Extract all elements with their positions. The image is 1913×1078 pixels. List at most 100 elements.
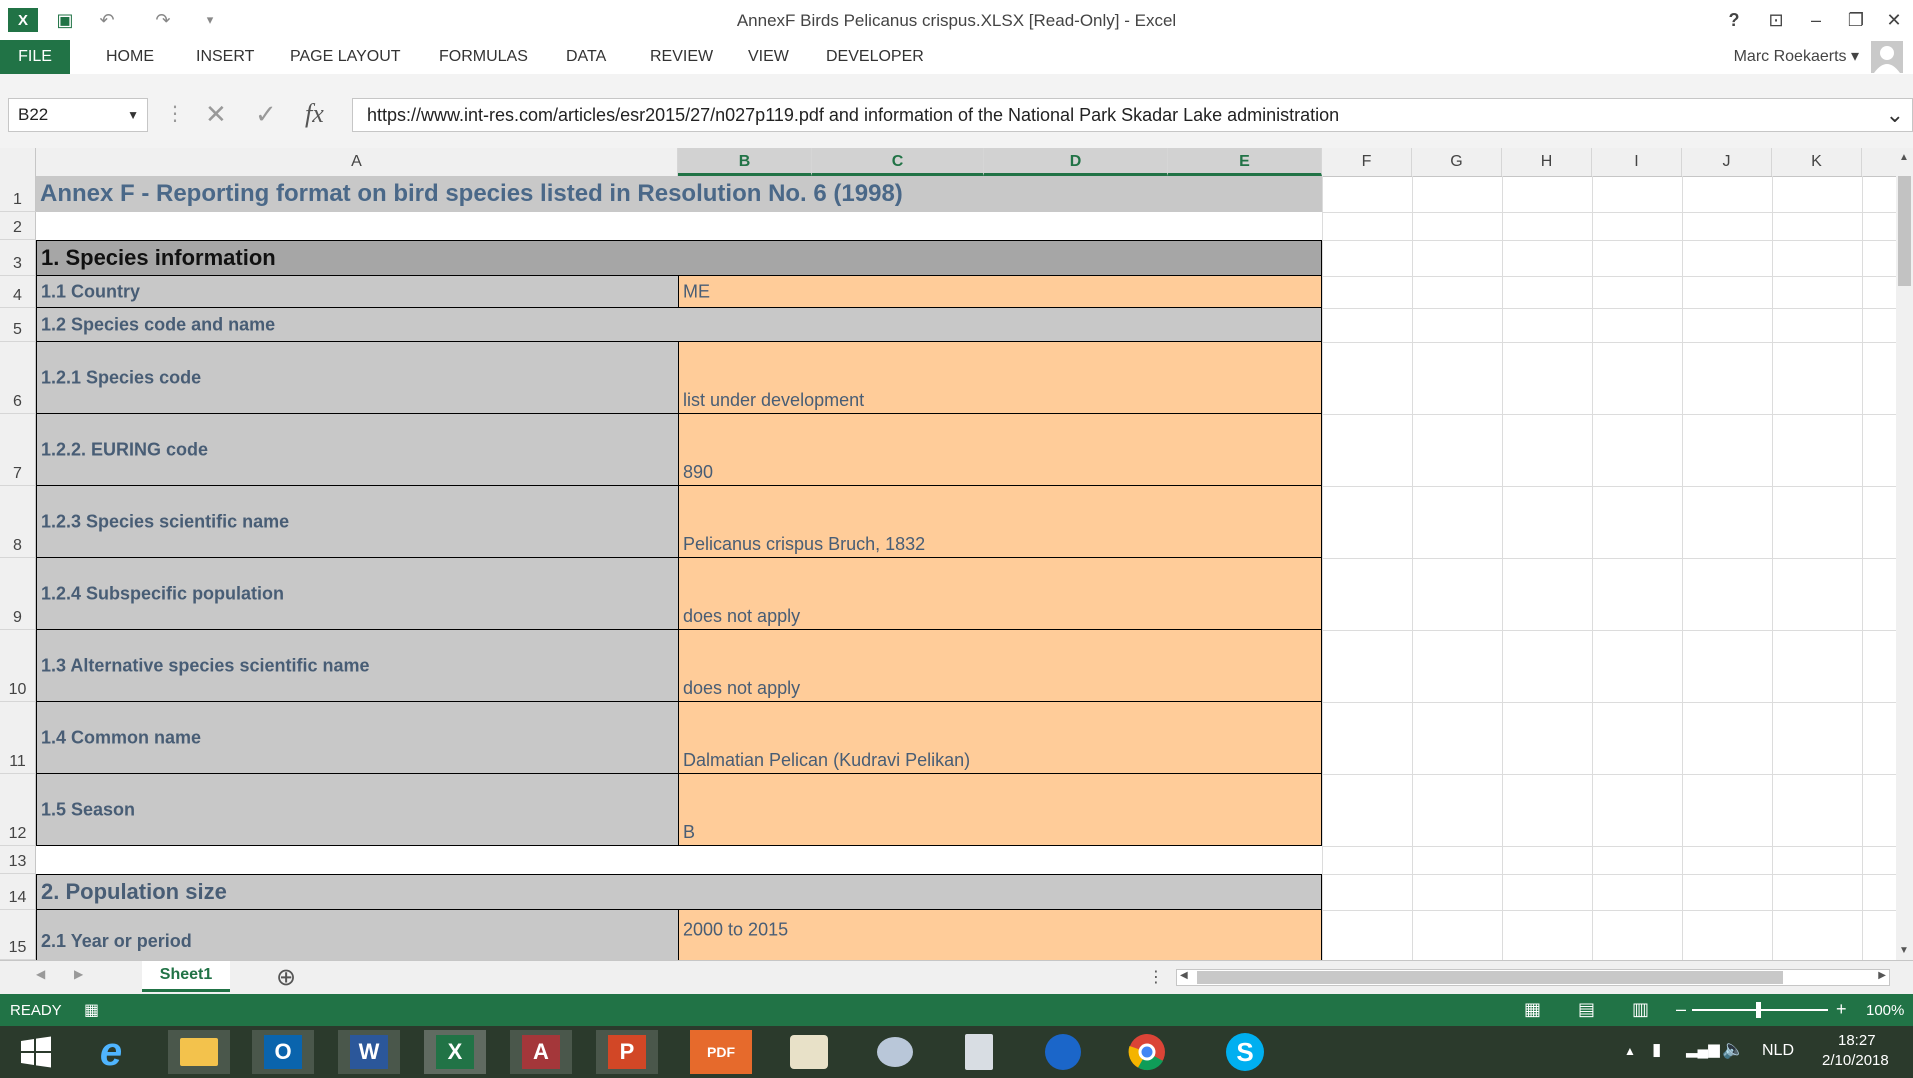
access-icon[interactable]: A (510, 1030, 572, 1074)
skype-icon[interactable]: S (1214, 1030, 1276, 1074)
ribbon-display-options-button[interactable]: ⊡ (1758, 6, 1794, 34)
value-alternative-scientific-name[interactable]: does not apply (678, 630, 1322, 702)
scroll-left-icon[interactable]: ◀ (1180, 970, 1188, 981)
horizontal-scroll-thumb[interactable] (1197, 971, 1783, 984)
tab-home[interactable]: HOME (100, 40, 160, 74)
label-country[interactable]: 1.1 Country (36, 276, 678, 308)
excel-icon[interactable]: X (424, 1030, 486, 1074)
value-species-code[interactable]: list under development (678, 342, 1322, 414)
value-species-scientific-name[interactable]: Pelicanus crispus Bruch, 1832 (678, 486, 1322, 558)
column-header-b[interactable]: B (678, 148, 812, 176)
label-species-code-and-name[interactable]: 1.2 Species code and name (36, 308, 1322, 342)
column-header-d[interactable]: D (984, 148, 1168, 176)
tab-page-layout[interactable]: PAGE LAYOUT (284, 40, 407, 74)
row-header-10[interactable]: 10 (0, 630, 36, 702)
row-header-7[interactable]: 7 (0, 414, 36, 486)
label-common-name[interactable]: 1.4 Common name (36, 702, 678, 774)
label-subspecific-population[interactable]: 1.2.4 Subspecific population (36, 558, 678, 630)
row-header-15[interactable]: 15 (0, 910, 36, 960)
file-explorer-icon[interactable] (168, 1030, 230, 1074)
zoom-slider-handle[interactable] (1756, 1002, 1761, 1018)
empty-cell[interactable] (36, 846, 1322, 874)
section-header-population-size[interactable]: 2. Population size (36, 874, 1322, 910)
value-euring-code[interactable]: 890 (678, 414, 1322, 486)
label-species-code[interactable]: 1.2.1 Species code (36, 342, 678, 414)
powerpoint-icon[interactable]: P (596, 1030, 658, 1074)
network-icon[interactable]: ▂▄▆ (1686, 1040, 1720, 1058)
label-season[interactable]: 1.5 Season (36, 774, 678, 846)
tab-view[interactable]: VIEW (742, 40, 795, 74)
photo-viewer-icon[interactable] (778, 1030, 840, 1074)
column-header-g[interactable]: G (1412, 148, 1502, 176)
browser-icon[interactable] (1032, 1030, 1094, 1074)
volume-icon[interactable]: 🔈 (1722, 1039, 1744, 1060)
row-header-11[interactable]: 11 (0, 702, 36, 774)
value-country[interactable]: ME (678, 276, 1322, 308)
tab-review[interactable]: REVIEW (644, 40, 719, 74)
enter-icon[interactable]: ✓ (255, 96, 277, 132)
row-header-5[interactable]: 5 (0, 308, 36, 342)
help-button[interactable]: ? (1716, 6, 1752, 34)
column-header-c[interactable]: C (812, 148, 984, 176)
zoom-in-button[interactable]: + (1836, 999, 1847, 1020)
label-euring-code[interactable]: 1.2.2. EURING code (36, 414, 678, 486)
restore-button[interactable]: ❐ (1838, 6, 1874, 34)
column-header-a[interactable]: A (36, 148, 678, 176)
add-sheet-icon[interactable]: ⊕ (276, 963, 296, 992)
macro-recording-icon[interactable]: ▦ (84, 1000, 99, 1020)
row-header-9[interactable]: 9 (0, 558, 36, 630)
column-header-h[interactable]: H (1502, 148, 1592, 176)
tab-formulas[interactable]: FORMULAS (433, 40, 534, 74)
minimize-button[interactable]: – (1798, 6, 1834, 34)
zoom-slider[interactable] (1692, 1002, 1828, 1018)
row-header-1[interactable]: 1 (0, 176, 36, 212)
scroll-down-icon[interactable]: ▼ (1899, 945, 1909, 956)
insert-function-icon[interactable]: fx (305, 96, 324, 132)
expand-formula-bar-icon[interactable]: ⌄ (1886, 99, 1904, 131)
row-header-3[interactable]: 3 (0, 240, 36, 276)
value-year-or-period[interactable]: 2000 to 2015 (678, 910, 1322, 960)
windows-start-icon[interactable] (6, 1030, 66, 1074)
sheet-title-cell[interactable]: Annex F - Reporting format on bird speci… (36, 176, 1322, 212)
section-header-species-information[interactable]: 1. Species information (36, 240, 1322, 276)
row-header-12[interactable]: 12 (0, 774, 36, 846)
page-break-view-icon[interactable]: ▥ (1632, 999, 1649, 1020)
cancel-icon[interactable]: ✕ (205, 96, 227, 132)
sheet-prev-icon[interactable]: ◀ (36, 967, 45, 981)
label-alternative-scientific-name[interactable]: 1.3 Alternative species scientific name (36, 630, 678, 702)
column-header-f[interactable]: F (1322, 148, 1412, 176)
zoom-out-button[interactable]: – (1676, 999, 1686, 1020)
paint-icon[interactable] (864, 1030, 926, 1074)
calculator-icon[interactable] (948, 1030, 1010, 1074)
more-options-icon[interactable]: ⋮ (1148, 967, 1164, 987)
name-box[interactable]: B22 ▼ (8, 98, 148, 132)
language-indicator[interactable]: NLD (1762, 1042, 1794, 1060)
column-header-e[interactable]: E (1168, 148, 1322, 176)
chrome-icon[interactable] (1116, 1030, 1178, 1074)
word-icon[interactable]: W (338, 1030, 400, 1074)
column-header-j[interactable]: J (1682, 148, 1772, 176)
sheet-tab-sheet1[interactable]: Sheet1 (142, 961, 230, 992)
row-header-6[interactable]: 6 (0, 342, 36, 414)
user-account[interactable]: Marc Roekaerts ▾ (1734, 40, 1859, 74)
avatar[interactable] (1871, 41, 1903, 73)
value-common-name[interactable]: Dalmatian Pelican (Kudravi Pelikan) (678, 702, 1322, 774)
show-hidden-icons-icon[interactable]: ▲ (1624, 1044, 1636, 1058)
normal-view-icon[interactable]: ▦ (1524, 999, 1541, 1020)
tab-insert[interactable]: INSERT (190, 40, 260, 74)
chevron-down-icon[interactable]: ▼ (127, 99, 139, 131)
row-header-13[interactable]: 13 (0, 846, 36, 874)
value-season[interactable]: B (678, 774, 1322, 846)
page-layout-view-icon[interactable]: ▤ (1578, 999, 1595, 1020)
vertical-scroll-thumb[interactable] (1898, 176, 1911, 286)
select-all-corner[interactable] (0, 148, 36, 176)
label-species-scientific-name[interactable]: 1.2.3 Species scientific name (36, 486, 678, 558)
internet-explorer-icon[interactable]: e (80, 1030, 142, 1074)
pdf-app-icon[interactable]: PDF (690, 1030, 752, 1074)
column-header-i[interactable]: I (1592, 148, 1682, 176)
value-subspecific-population[interactable]: does not apply (678, 558, 1322, 630)
label-year-or-period[interactable]: 2.1 Year or period (36, 910, 678, 960)
vertical-scrollbar[interactable]: ▲ ▼ (1896, 148, 1913, 960)
empty-cell[interactable] (36, 212, 1322, 240)
clock-date[interactable]: 2/10/2018 (1822, 1052, 1889, 1069)
